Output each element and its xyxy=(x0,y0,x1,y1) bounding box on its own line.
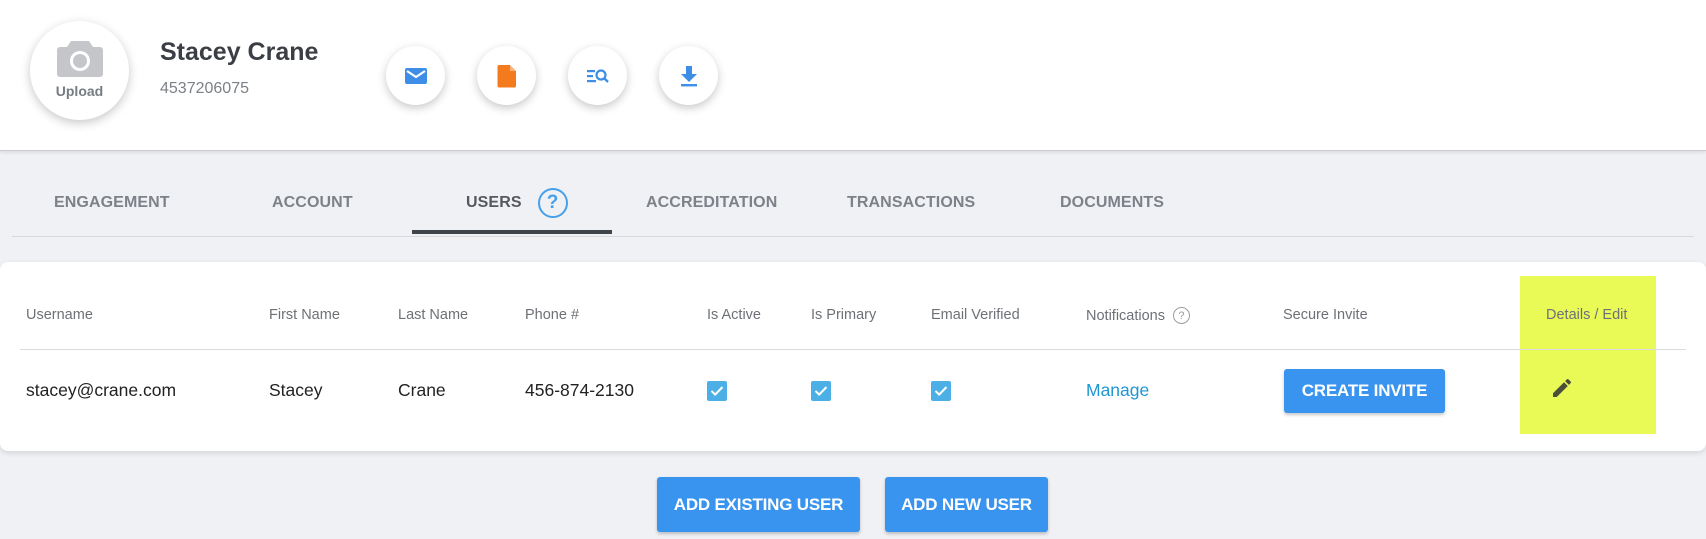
checkmark-icon xyxy=(710,386,724,397)
tab-documents[interactable]: DOCUMENTS xyxy=(1060,168,1164,237)
download-button[interactable] xyxy=(659,46,718,105)
table-header-divider xyxy=(20,349,1686,350)
search-list-button[interactable] xyxy=(568,46,627,105)
cell-username: stacey@crane.com xyxy=(26,380,177,400)
users-table-card xyxy=(0,262,1706,451)
document-button[interactable] xyxy=(477,46,536,105)
cell-phone: 456-874-2130 xyxy=(525,380,634,400)
avatar-upload[interactable]: Upload xyxy=(30,21,129,120)
tab-accreditation[interactable]: ACCREDITATION xyxy=(646,168,777,237)
tab-users-label: USERS xyxy=(466,193,522,211)
column-header-username: Username xyxy=(26,307,93,323)
document-icon xyxy=(497,64,516,87)
camera-icon xyxy=(56,40,103,77)
is-primary-checkbox[interactable] xyxy=(811,381,831,401)
tab-users[interactable]: USERS ? xyxy=(466,168,568,237)
client-header: Upload Stacey Crane 4537206075 xyxy=(0,0,1706,151)
search-list-icon xyxy=(586,68,609,83)
cell-last-name: Crane xyxy=(398,380,446,400)
column-header-last-name: Last Name xyxy=(398,307,469,323)
notifications-help-icon[interactable]: ? xyxy=(1172,307,1190,324)
column-header-is-active: Is Active xyxy=(707,307,761,323)
column-header-details-edit: Details / Edit xyxy=(1546,307,1628,323)
checkmark-icon xyxy=(934,386,948,397)
column-header-notifications: Notifications ? xyxy=(1086,307,1190,324)
cell-first-name: Stacey xyxy=(269,380,323,400)
email-verified-checkbox[interactable] xyxy=(931,381,951,401)
pencil-icon xyxy=(1553,378,1572,397)
help-icon[interactable]: ? xyxy=(537,187,568,218)
column-header-is-primary: Is Primary xyxy=(811,307,877,323)
column-header-secure-invite: Secure Invite xyxy=(1283,307,1368,323)
checkmark-icon xyxy=(814,386,828,397)
column-header-first-name: First Name xyxy=(269,307,340,323)
client-name: Stacey Crane xyxy=(160,38,319,66)
is-active-checkbox[interactable] xyxy=(707,381,727,401)
add-new-user-button[interactable]: ADD NEW USER xyxy=(885,477,1048,532)
mail-icon xyxy=(404,67,427,84)
tab-engagement[interactable]: ENGAGEMENT xyxy=(54,168,170,237)
manage-notifications-link[interactable]: Manage xyxy=(1086,380,1149,401)
edit-button[interactable] xyxy=(1548,374,1576,402)
download-icon xyxy=(680,65,697,86)
avatar-upload-label: Upload xyxy=(55,82,104,99)
column-header-email-verified: Email Verified xyxy=(931,307,1020,323)
column-header-notifications-label: Notifications xyxy=(1086,307,1165,324)
tab-transactions[interactable]: TRANSACTIONS xyxy=(847,168,975,237)
column-header-phone: Phone # xyxy=(525,307,580,323)
email-button[interactable] xyxy=(386,46,445,105)
details-edit-highlight xyxy=(1520,276,1656,434)
tab-account[interactable]: ACCOUNT xyxy=(272,168,353,237)
add-existing-user-button[interactable]: ADD EXISTING USER xyxy=(657,477,860,532)
client-phone: 4537206075 xyxy=(160,80,249,97)
active-tab-indicator xyxy=(412,230,612,234)
create-invite-button[interactable]: CREATE INVITE xyxy=(1284,369,1445,413)
tab-bar: ENGAGEMENT ACCOUNT USERS ? ACCREDITATION… xyxy=(12,168,1694,237)
